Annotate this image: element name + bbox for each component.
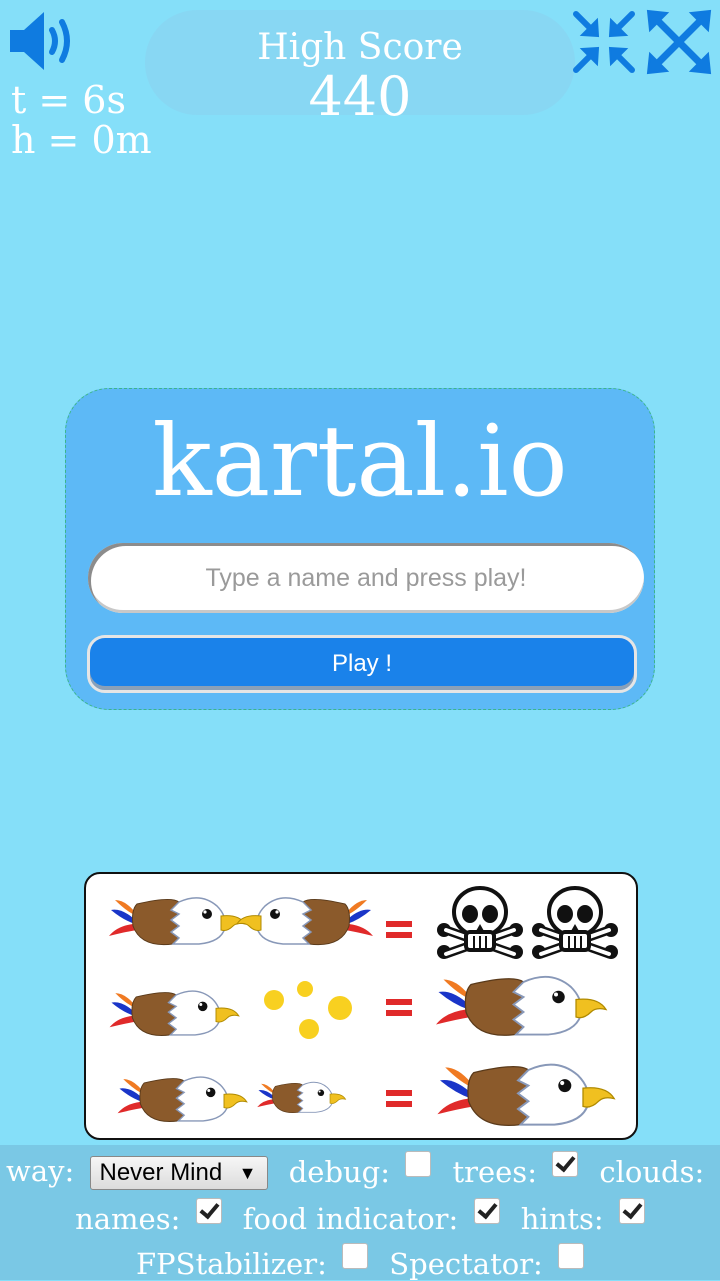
eagle-icon [109,898,245,945]
food-indicator-option: food indicator: [243,1202,500,1236]
names-checkbox[interactable] [196,1198,222,1224]
trees-label: trees: [452,1155,537,1189]
clouds-label: clouds: [599,1155,704,1189]
hints-option: hints: [521,1202,645,1236]
eagle-icon [237,898,373,945]
settings-row: way: Never Mind ▼ debug: trees: clouds: [0,1153,720,1190]
eagle-icon [436,977,606,1035]
time-readout: t = 6s [11,80,152,120]
height-readout: h = 0m [11,120,152,160]
game-title: kartal.io [66,407,654,517]
settings-bar: way: Never Mind ▼ debug: trees: clouds: … [0,1145,720,1280]
way-option: way: Never Mind ▼ [6,1154,268,1190]
eagle-icon [437,1065,614,1126]
name-input[interactable] [88,543,644,613]
fpstabilizer-checkbox[interactable] [342,1243,368,1269]
eagle-icon [110,991,239,1035]
trees-checkbox[interactable] [552,1151,578,1177]
fpstabilizer-option: FPStabilizer: [136,1247,368,1281]
hud-stats: t = 6s h = 0m [11,80,152,160]
spectator-label: Spectator: [389,1247,543,1281]
collapse-arrows-icon[interactable] [570,8,638,76]
trees-option: trees: [452,1155,578,1189]
close-arrows-icon[interactable] [645,8,713,76]
high-score-value: 440 [145,68,575,126]
hints-panel [84,872,638,1140]
spectator-checkbox[interactable] [558,1243,584,1269]
fpstabilizer-label: FPStabilizer: [136,1247,327,1281]
skull-crossbones-icon [532,888,618,959]
skull-crossbones-icon [437,888,523,959]
start-menu-panel: kartal.io Play ! [65,388,655,710]
equals-sign [386,921,412,938]
names-label: names: [75,1202,180,1236]
eagle-icon [257,1082,345,1112]
debug-label: debug: [289,1155,390,1189]
spectator-option: Spectator: [389,1247,584,1281]
play-button[interactable]: Play ! [87,635,637,693]
way-label: way: [6,1154,74,1188]
food-indicator-checkbox[interactable] [474,1198,500,1224]
high-score-panel: High Score 440 [145,10,575,115]
names-option: names: [75,1202,222,1236]
clouds-option: clouds: [599,1155,720,1189]
hints-illustration [86,874,640,1142]
settings-row: FPStabilizer: Spectator: [0,1245,720,1281]
hints-label: hints: [521,1202,604,1236]
equals-sign [386,1090,412,1107]
eagle-icon [118,1077,247,1121]
debug-option: debug: [289,1155,432,1189]
way-select-value: Never Mind [100,1159,223,1186]
food-indicator-label: food indicator: [243,1202,459,1236]
dropdown-arrow-icon: ▼ [239,1157,257,1189]
settings-row: names: food indicator: hints: [0,1200,720,1236]
speaker-icon[interactable] [8,8,78,74]
hints-checkbox[interactable] [619,1198,645,1224]
equals-sign [386,999,412,1016]
debug-checkbox[interactable] [405,1151,431,1177]
high-score-label: High Score [145,28,575,68]
food-pellet-icon [264,981,352,1039]
way-select[interactable]: Never Mind ▼ [90,1156,268,1190]
